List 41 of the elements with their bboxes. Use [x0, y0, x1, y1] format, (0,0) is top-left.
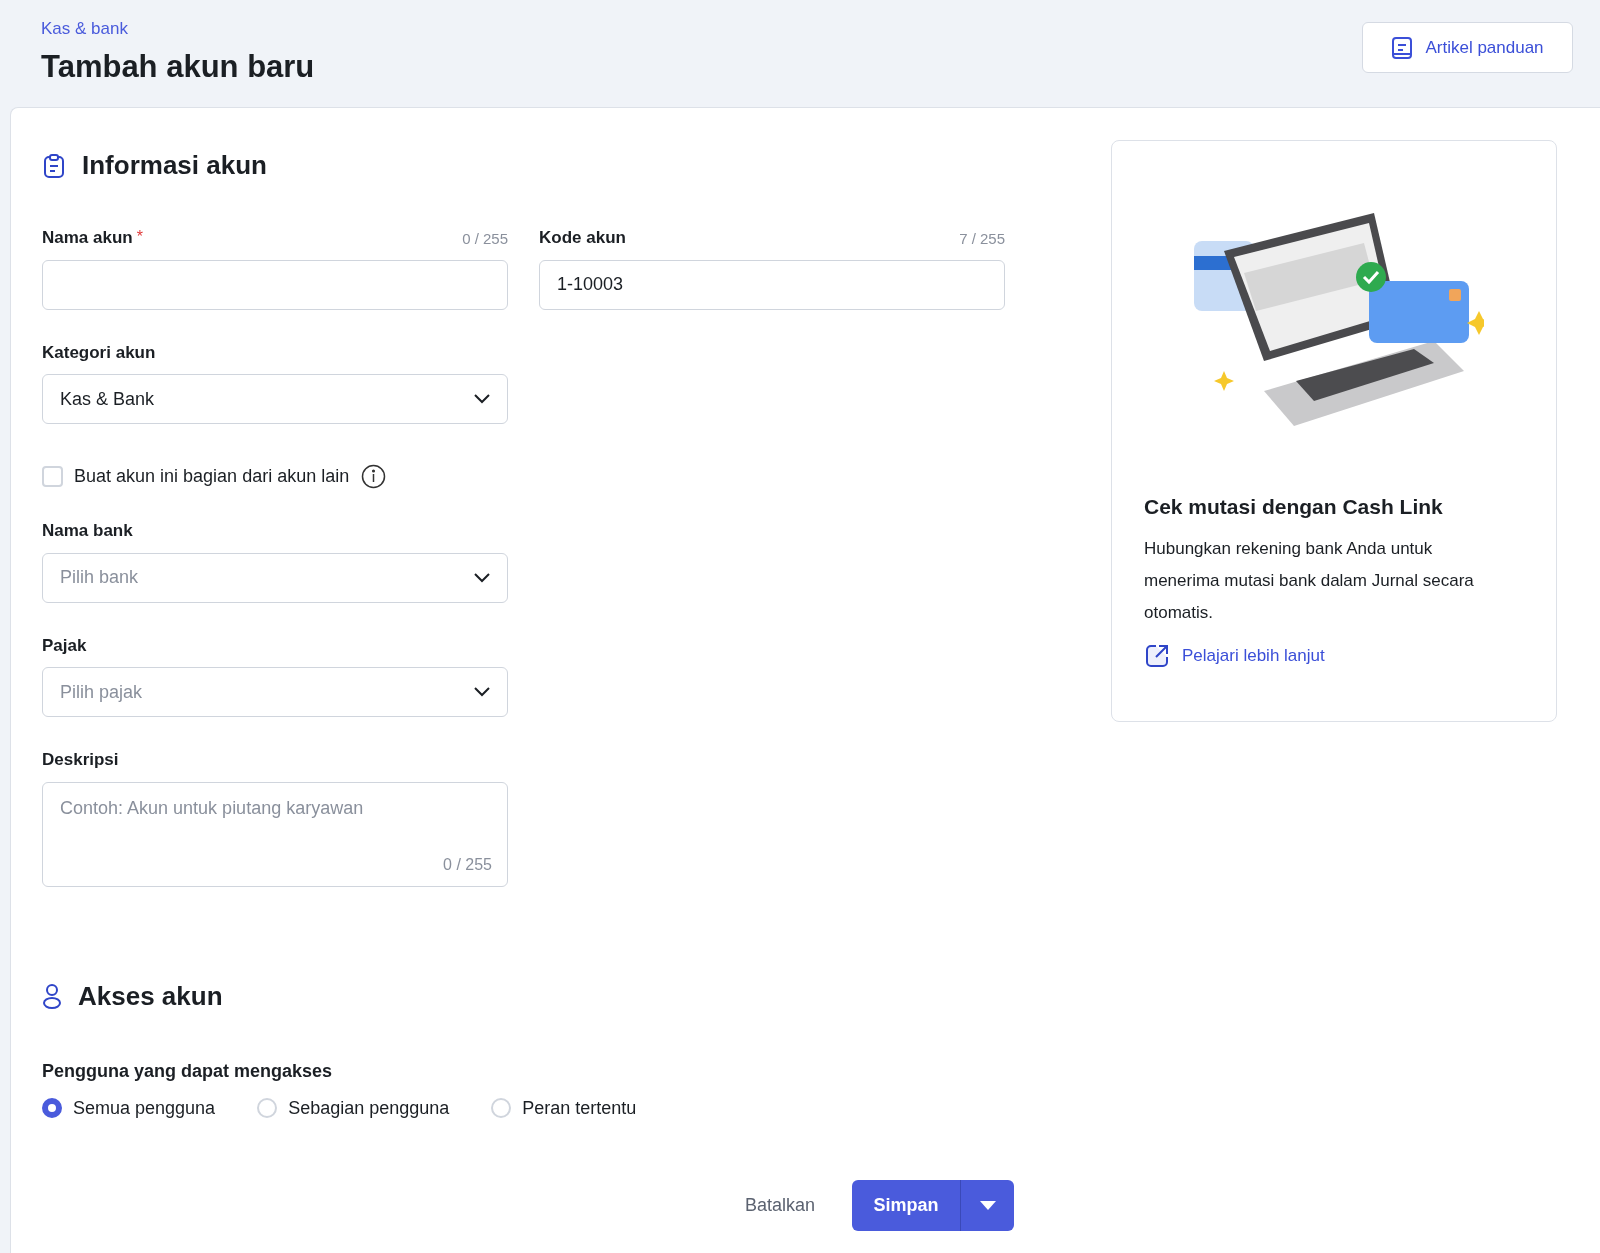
document-icon: [1391, 35, 1414, 60]
section-title: Informasi akun: [82, 149, 267, 182]
field-label: Deskripsi: [42, 749, 120, 771]
field-label: Kategori akun: [42, 341, 157, 364]
field-label: Pajak: [42, 634, 88, 657]
breadcrumb-link[interactable]: Kas & bank: [41, 16, 128, 42]
cancel-button[interactable]: Batalkan: [744, 1191, 815, 1219]
character-counter: 7 / 255: [959, 229, 1005, 249]
select-field[interactable]: Kas & Bank: [42, 374, 508, 424]
chevron-down-icon: [474, 572, 490, 583]
external-link-icon: [1144, 642, 1170, 669]
character-counter: 0 / 255: [443, 854, 492, 875]
radio-label[interactable]: Peran tertentu: [522, 1094, 637, 1122]
field-label: Pengguna yang dapat mengakses: [42, 1059, 334, 1083]
field-label: Nama bank: [42, 520, 134, 542]
person-icon: [42, 983, 62, 1009]
clipboard-icon: [42, 152, 66, 179]
save-options-button[interactable]: [960, 1179, 1014, 1231]
radio-label[interactable]: Semua pengguna: [73, 1094, 216, 1122]
caret-icon: [979, 1200, 996, 1210]
promo-text: Hubungkan rekening bank Anda untuk menerima mutasi bank dalam Jurnal secara otomatis.: [1144, 537, 1475, 624]
page-title: Tambah akun baru: [41, 47, 315, 86]
checkbox-label[interactable]: Buat akun ini bagian dari akun lain: [74, 462, 350, 490]
info-icon[interactable]: [361, 463, 387, 489]
field-label: Nama akun: [42, 227, 133, 249]
text-input[interactable]: [42, 259, 508, 310]
guide-article-button[interactable]: Artikel panduan: [1362, 22, 1573, 73]
chevron-down-icon: [474, 394, 490, 404]
text-input[interactable]: 1-10003: [539, 259, 1005, 310]
radio-label[interactable]: Sebagian pengguna: [288, 1094, 450, 1122]
promo-title: Cek mutasi dengan Cash Link: [1144, 494, 1444, 520]
radio-button[interactable]: [42, 1098, 62, 1118]
character-counter: 0 / 255: [462, 229, 508, 249]
field-label: Kode akun: [539, 227, 626, 249]
learn-more-link[interactable]: Pelajari lebih lanjut: [1144, 642, 1524, 669]
checkbox[interactable]: [42, 465, 63, 487]
section-title: Akses akun: [78, 979, 223, 1013]
select-field[interactable]: Pilih bank: [42, 552, 508, 603]
save-button[interactable]: Simpan: [852, 1179, 960, 1231]
required-mark: *: [136, 227, 143, 247]
chevron-down-icon: [474, 687, 490, 697]
